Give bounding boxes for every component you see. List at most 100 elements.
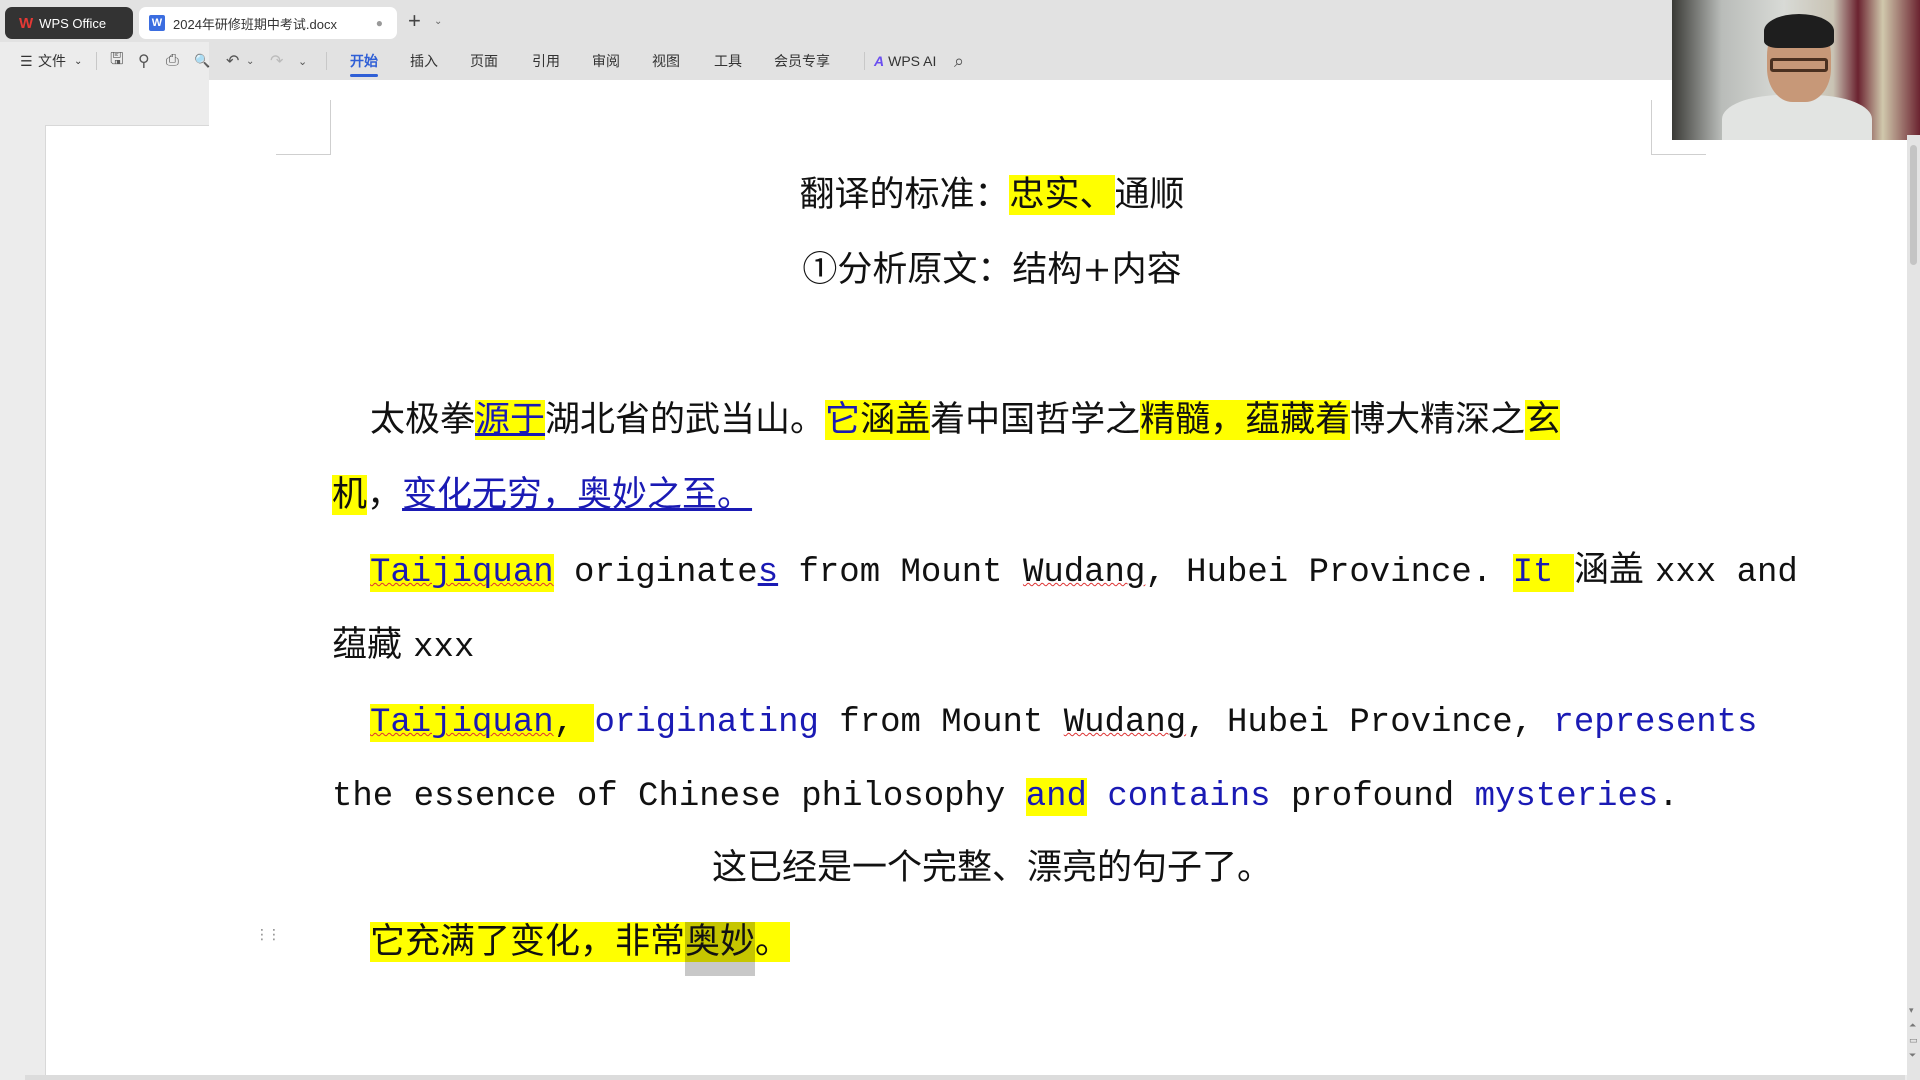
text-run: 涵盖 [1573,550,1655,590]
text-run: Wudang [1022,554,1146,592]
para1-line2: 机，变化无穷，奥妙之至。 [332,465,1652,525]
print-preview-icon[interactable]: 🔍 [194,42,210,80]
text-run: Taijiquan [370,554,554,592]
text-run: 机 [332,475,368,515]
text-run: 它充满了变化，非常 [370,922,686,962]
text-run: , Hubei Province, [1186,704,1554,742]
document-tab-label: 2024年研修班期中考试.docx [173,16,337,32]
text-run: 变化无穷，奥妙之至。 [402,475,753,515]
previous-page-icon[interactable]: ⏶ [1909,1020,1916,1031]
vertical-scrollbar[interactable]: ▾ ⏶ ▭ ⏷ [1907,135,1920,1080]
para3-line2: the essence of Chinese philosophy and co… [332,764,1679,824]
toolbar-separator [326,52,327,70]
text-run: the essence of Chinese philosophy [332,778,1026,816]
select-browse-object-icon[interactable]: ▭ [1909,1035,1918,1046]
heading-translation-standard: 翻译的标准：忠实、通顺 [332,165,1652,225]
text-run: originating [594,704,819,742]
text-run: 湖北省的武当山。 [545,400,826,440]
redo-icon[interactable]: ↷ [270,42,283,80]
search-icon[interactable]: ⌕ [954,42,964,80]
undo-icon[interactable]: ↶ [226,42,239,80]
horizontal-scrollbar[interactable] [25,1075,1905,1080]
text-run: profound [1270,778,1475,816]
file-menu-button[interactable]: 文件 [38,42,66,80]
print-icon[interactable]: ⎙ [166,42,179,80]
text-run: Taijiquan [370,704,554,742]
text-run: mysteries [1474,778,1659,816]
text-run: Wudang [1063,704,1187,742]
format-painter-icon[interactable]: ⚲ [138,42,150,80]
customize-toolbar-icon[interactable]: ⌄ [298,42,307,80]
text-run: It [1512,554,1574,592]
heading-highlight: 忠实、 [1009,175,1115,215]
document-tab[interactable]: W 2024年研修班期中考试.docx ● [139,7,397,39]
text-run: xxx and [1654,554,1798,592]
wps-ai-button[interactable]: A WPS AI [874,42,936,80]
tab-home[interactable]: 开始 [350,42,378,80]
text-run: from Mount [778,554,1023,592]
para1-line1: 太极拳源于湖北省的武当山。它涵盖着中国哲学之精髓，蕴藏着博大精深之玄 [332,390,1652,450]
tab-insert[interactable]: 插入 [410,42,438,80]
text-run: contains [1107,778,1271,816]
unsaved-indicator-icon[interactable]: ● [376,16,383,30]
text-run: . [1658,778,1679,816]
text-run: 蕴藏 [332,625,414,665]
tab-tools[interactable]: 工具 [714,42,742,80]
tab-page[interactable]: 页面 [470,42,498,80]
app-tab-label: WPS Office [39,15,107,31]
webcam-person-glasses [1770,58,1828,72]
text-run: 。 [755,922,791,962]
save-icon[interactable]: 🖫 [110,42,124,80]
title-bar: W WPS Office W 2024年研修班期中考试.docx ● + ⌄ [0,0,1920,42]
text-run: 涵盖 [860,400,931,440]
text-run: 精髓，蕴藏着 [1140,400,1351,440]
file-dropdown-icon[interactable]: ⌄ [74,42,82,80]
text-run: xxx [413,629,475,667]
paragraph-drag-handle[interactable]: ⋮⋮ [255,926,281,943]
comment-line: 这已经是一个完整、漂亮的句子了。 [711,848,1272,888]
ribbon-toolbar: ☰ 文件 ⌄ 🖫 ⚲ ⎙ 🔍 ↶ ⌄ ↷ ⌄ 开始 插入 页面 引用 审阅 视图… [0,42,1920,80]
webcam-person-hair [1764,14,1834,48]
toolbar-separator [96,52,97,70]
tab-view[interactable]: 视图 [652,42,680,80]
text-run: , Hubei Province. [1145,554,1513,592]
wps-ai-logo-icon: A [874,53,885,69]
next-page-icon[interactable]: ⏷ [1909,1050,1916,1061]
new-tab-button[interactable]: + [408,8,421,34]
text-run: 博大精深之 [1350,400,1526,440]
tab-member[interactable]: 会员专享 [774,42,830,80]
word-doc-icon: W [149,15,165,31]
scrollbar-thumb[interactable] [1910,145,1917,265]
text-run: s [757,554,779,592]
text-run: 玄 [1525,400,1561,440]
wps-office-home-tab[interactable]: W WPS Office [5,7,133,39]
undo-dropdown-icon[interactable]: ⌄ [246,42,254,80]
tab-references[interactable]: 引用 [532,42,560,80]
text-run: 它 [825,400,861,440]
heading-text: 通顺 [1114,175,1185,215]
text-run: , [553,704,595,742]
text-run [1087,778,1107,816]
toolbar-separator [864,52,865,70]
text-run: from Mount [818,704,1064,742]
menu-icon[interactable]: ☰ [20,42,33,80]
text-run: 奥妙 [685,922,756,962]
para2-line2: 蕴藏 xxx [332,615,1652,675]
heading-text: 翻译的标准： [799,175,1010,215]
para2-line1: Taijiquan originates from Mount Wudang, … [332,540,1798,600]
para4-line: 它充满了变化，非常奥妙。 [332,912,1652,972]
text-run: 着中国哲学之 [930,400,1141,440]
heading-analyze-source: ①分析原文：结构+内容 [802,250,1182,290]
text-run: represents [1553,704,1758,742]
text-run: 源于 [475,400,546,440]
page-margin-corner-top-left [276,100,331,155]
scroll-down-icon[interactable]: ▾ [1909,1005,1914,1016]
new-tab-dropdown-icon[interactable]: ⌄ [434,16,442,27]
webcam-overlay [1672,0,1920,140]
tab-review[interactable]: 审阅 [592,42,620,80]
text-run: ， [367,475,403,515]
wps-ai-label: WPS AI [888,53,937,69]
text-run: originate [553,554,758,592]
wps-logo-icon: W [19,14,34,32]
text-run: 太极拳 [370,400,476,440]
